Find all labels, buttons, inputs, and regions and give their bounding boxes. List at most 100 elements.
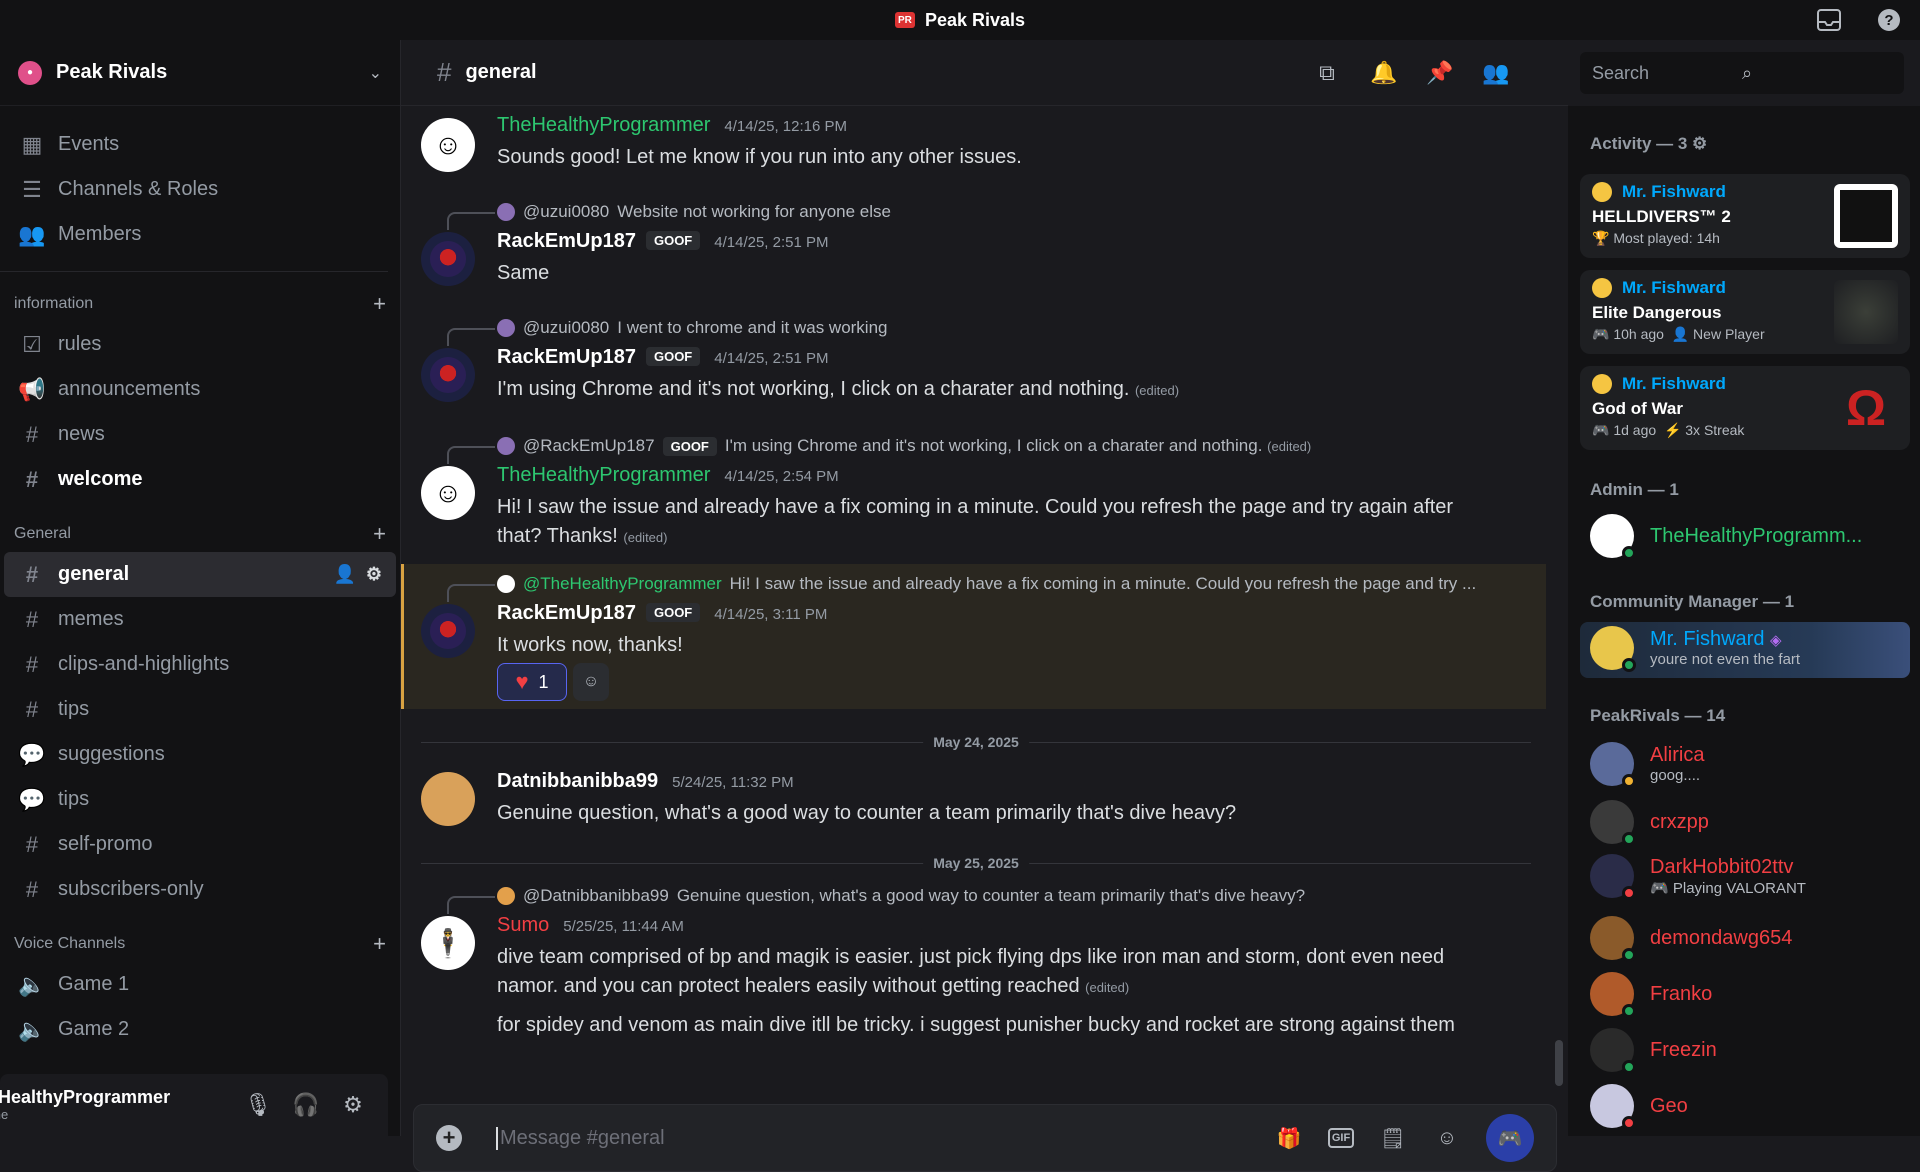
reply-preview[interactable]: @uzui0080 I went to chrome and it was wo… (497, 318, 888, 338)
member-item[interactable]: Geo (1590, 1084, 1910, 1130)
member-item[interactable]: Freezin (1590, 1028, 1910, 1074)
channel-clips[interactable]: # clips-and-highlights (4, 642, 396, 687)
member-item[interactable]: Franko (1590, 972, 1910, 1018)
new-player-icon: 👤 (1671, 326, 1690, 342)
server-header[interactable]: ● Peak Rivals ⌄ (0, 40, 400, 106)
category-voice[interactable]: Voice Channels + (0, 926, 400, 962)
avatar[interactable]: ☺ (421, 118, 475, 172)
gear-icon[interactable]: ⚙ (340, 1092, 366, 1118)
avatar[interactable] (421, 232, 475, 286)
add-attachment-icon[interactable]: + (436, 1125, 462, 1151)
message-author[interactable]: RackEmUp187 (497, 602, 636, 625)
gear-icon[interactable]: ⚙ (366, 564, 382, 585)
game-art-god-of-war: Ω (1845, 380, 1887, 436)
avatar[interactable] (421, 604, 475, 658)
gear-icon[interactable]: ⚙ (1692, 134, 1707, 153)
channel-suggestions[interactable]: 💬 suggestions (4, 732, 396, 777)
nav-channels-roles[interactable]: ☰ Channels & Roles (4, 167, 384, 212)
channel-news[interactable]: # news (4, 412, 396, 457)
message-author[interactable]: RackEmUp187 (497, 230, 636, 253)
threads-icon[interactable]: ⧉ (1314, 60, 1340, 86)
gift-icon[interactable]: 🎁 (1274, 1126, 1304, 1151)
channel-welcome[interactable]: # welcome (4, 457, 396, 502)
channel-rules[interactable]: ☑ rules (4, 322, 396, 367)
user-info[interactable]: eHealthyProgrammer line (0, 1087, 170, 1123)
message-author[interactable]: TheHealthyProgrammer (497, 464, 710, 487)
inbox-icon[interactable] (1816, 7, 1842, 33)
search-box[interactable]: Search ⌕ (1580, 52, 1904, 94)
voice-game-2[interactable]: 🔈 Game 2 (4, 1007, 396, 1052)
message-author[interactable]: RackEmUp187 (497, 346, 636, 369)
gamepad-icon: 🎮 (1592, 422, 1610, 438)
nav-events[interactable]: ▦ Events (4, 122, 384, 167)
emoji-icon[interactable]: ☺ (1432, 1127, 1462, 1150)
add-channel-icon[interactable]: + (373, 931, 386, 957)
message-list[interactable]: ☺ TheHealthyProgrammer 4/14/25, 12:16 PM… (401, 106, 1569, 1106)
reply-preview[interactable]: @RackEmUp187 GOOF I'm using Chrome and i… (497, 436, 1311, 456)
window-title: Peak Rivals (924, 9, 1026, 30)
category-label: Voice Channels (14, 935, 126, 952)
member-item[interactable]: crxzpp (1590, 800, 1910, 846)
reply-preview[interactable]: @uzui0080 Website not working for anyone… (497, 202, 891, 222)
member-name: Geo (1650, 1094, 1688, 1117)
activity-card[interactable]: Mr. Fishward Elite Dangerous 🎮 10h ago 👤… (1580, 270, 1910, 354)
reply-connector (447, 446, 495, 464)
channel-general[interactable]: # general 👤 ⚙ (4, 552, 396, 597)
reply-preview[interactable]: @TheHealthyProgrammer Hi! I saw the issu… (497, 574, 1476, 594)
member-status: goog.... (1650, 767, 1701, 784)
add-channel-icon[interactable]: + (373, 291, 386, 317)
server-name: Peak Rivals (56, 61, 168, 83)
channel-label: suggestions (58, 743, 165, 765)
member-list-icon[interactable]: 👥 (1482, 60, 1509, 86)
gif-icon[interactable]: GIF (1328, 1128, 1354, 1148)
channel-subscribers-only[interactable]: # subscribers-only (4, 867, 396, 912)
sticker-icon[interactable]: 🗒 (1378, 1126, 1408, 1151)
nav-members[interactable]: 👥 Members (4, 212, 384, 257)
avatar[interactable] (421, 348, 475, 402)
member-item[interactable]: Alirica goog.... (1590, 742, 1910, 788)
reaction-heart[interactable]: ♥ 1 (497, 663, 567, 701)
category-general[interactable]: General + (0, 516, 400, 552)
member-item[interactable]: demondawg654 (1590, 916, 1910, 962)
activity-card[interactable]: Mr. Fishward HELLDIVERS™ 2 🏆 Most played… (1580, 174, 1910, 258)
guild-tag-badge[interactable]: GOOF (645, 603, 701, 622)
avatar (1590, 742, 1636, 788)
pin-icon[interactable]: 📌 (1426, 60, 1453, 86)
chevron-down-icon[interactable]: ⌄ (369, 63, 382, 83)
guild-tag-badge[interactable]: GOOF (645, 347, 701, 366)
message-author[interactable]: Datnibbanibba99 (497, 770, 658, 793)
microphone-icon[interactable]: 🎙 (244, 1092, 272, 1118)
channel-label: tips (58, 788, 90, 810)
channel-self-promo[interactable]: # self-promo (4, 822, 396, 867)
headphones-icon[interactable]: 🎧 (292, 1092, 319, 1118)
gamepad-icon[interactable]: 🎮 (1486, 1114, 1534, 1162)
message-body: dive team comprised of bp and magik is e… (497, 946, 1445, 997)
bell-icon[interactable]: 🔔 (1370, 60, 1397, 86)
search-input[interactable]: Search (1592, 63, 1742, 84)
member-item[interactable]: DarkHobbit02ttv 🎮 Playing VALORANT (1590, 854, 1910, 900)
channel-tips-forum[interactable]: 💬 tips (4, 777, 396, 822)
avatar[interactable] (421, 772, 475, 826)
scrollbar-thumb[interactable] (1555, 1040, 1563, 1086)
avatar[interactable]: ☺ (421, 466, 475, 520)
channel-memes[interactable]: # memes (4, 597, 396, 642)
guild-tag-badge[interactable]: GOOF (645, 231, 701, 250)
help-icon[interactable]: ? (1876, 7, 1902, 33)
online-status-icon (1622, 832, 1636, 846)
channel-tips[interactable]: # tips (4, 687, 396, 732)
message-input[interactable] (496, 1126, 1274, 1150)
channel-announcements[interactable]: 📢 announcements (4, 367, 396, 412)
avatar[interactable]: 🕴 (421, 916, 475, 970)
activity-card[interactable]: Mr. Fishward God of War 🎮 1d ago ⚡ 3x St… (1580, 366, 1910, 450)
add-channel-icon[interactable]: + (373, 521, 386, 547)
voice-game-1[interactable]: 🔈 Game 1 (4, 962, 396, 1007)
category-information[interactable]: information + (0, 286, 400, 322)
member-cm[interactable]: Mr. Fishward ◈ youre not even the fart (1590, 626, 1910, 672)
message-author[interactable]: Sumo (497, 914, 549, 937)
message-author[interactable]: TheHealthyProgrammer (497, 114, 710, 137)
add-reaction-icon[interactable]: ☺ (573, 663, 609, 701)
invite-icon[interactable]: 👤 (333, 564, 355, 585)
reply-preview[interactable]: @Datnibbanibba99 Genuine question, what'… (497, 886, 1305, 906)
member-admin[interactable]: TheHealthyProgramm... (1590, 514, 1910, 560)
message-text: dive team comprised of bp and magik is e… (497, 943, 1497, 1002)
